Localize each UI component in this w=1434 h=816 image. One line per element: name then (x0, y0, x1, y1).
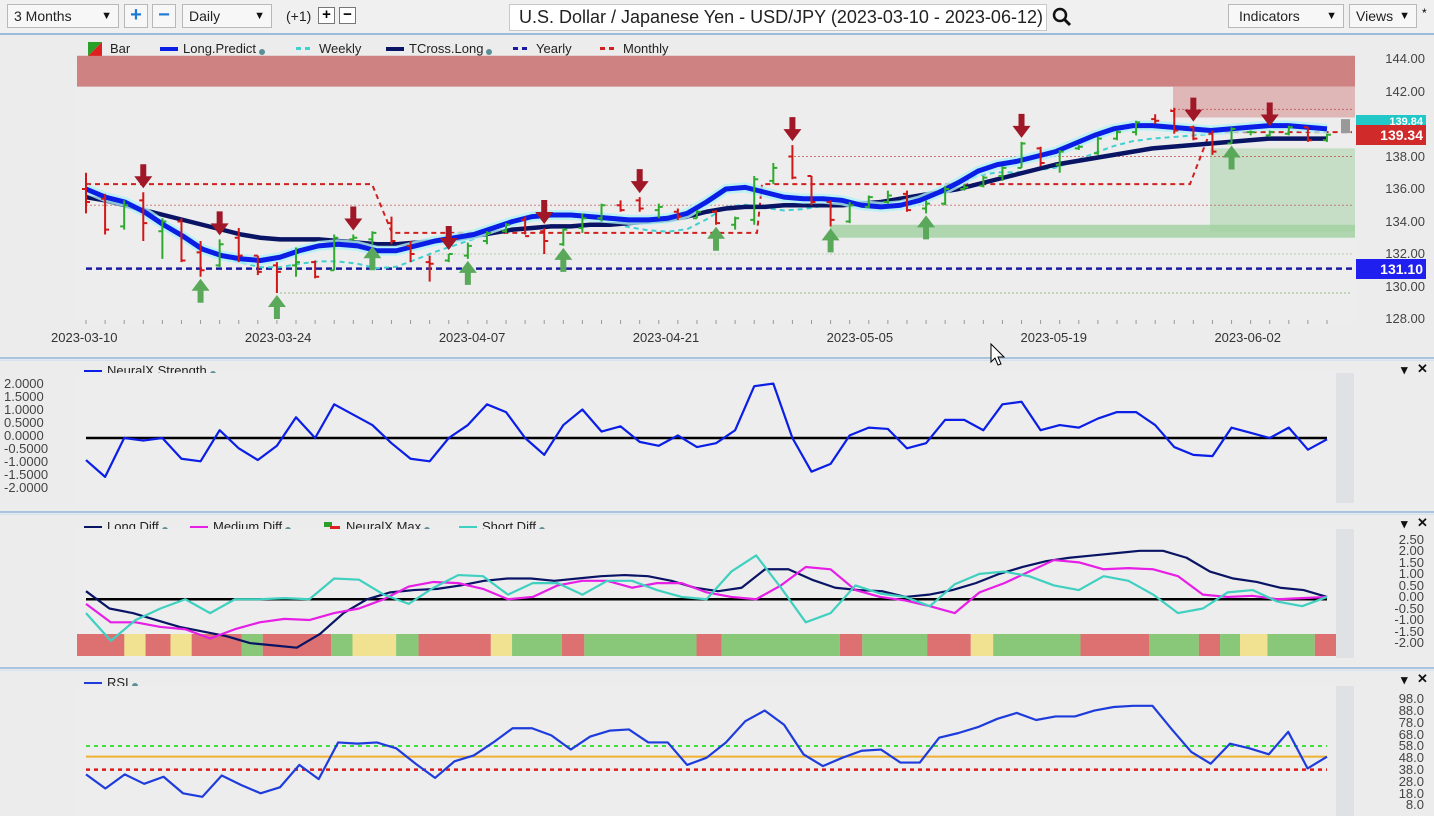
indicators-select-value: Indicators (1239, 8, 1300, 24)
neuralx-max-block (970, 634, 994, 656)
current-bar-marker (1341, 119, 1350, 134)
rsi-chart[interactable] (0, 671, 1434, 816)
range-select[interactable]: 3 Months ▼ (7, 4, 119, 28)
resistance-zone (77, 55, 1355, 87)
y-tick-label: 136.00 (1385, 181, 1425, 196)
x-tick-label: 2023-05-05 (826, 330, 894, 345)
rsi-panel: RSI ▾ ✕ 98.0 88.0 78.0 68.0 58.0 48.0 38.0 28.0… (0, 671, 1434, 816)
neuralx-max-block (993, 634, 1081, 656)
chevron-down-icon: ▼ (1326, 10, 1337, 22)
interval-select[interactable]: Daily ▼ (182, 4, 272, 28)
plot-right-margin (1336, 529, 1354, 658)
neuralx-max-block (170, 634, 192, 656)
neuralx-max-block (839, 634, 863, 656)
neuralx-max-block (1240, 634, 1268, 656)
y-tick-label: 8.0 (1405, 797, 1424, 813)
neuralx-max-block (145, 634, 171, 656)
x-tick-label: 2023-05-19 (1020, 330, 1088, 345)
x-tick-label: 2023-04-21 (632, 330, 700, 345)
neuralx-max-block (396, 634, 419, 656)
plot-right-margin (1336, 373, 1354, 503)
support-zone-band (830, 224, 1355, 238)
zoom-out-button[interactable]: − (152, 4, 176, 28)
plot-right-margin (1336, 686, 1354, 816)
neuralx-max-block (561, 634, 585, 656)
zoom-in-button[interactable]: + (124, 4, 148, 28)
y-tick-label: 142.00 (1385, 83, 1425, 99)
neuralx-max-block (418, 634, 491, 656)
neural-strength-chart[interactable] (0, 361, 1434, 511)
y-tick-label: 134.00 (1385, 213, 1425, 229)
price-panel: Bar Long.Predict Weekly TCross.Long Year… (0, 37, 1434, 357)
current-price-tag: 139.34 (1356, 125, 1426, 145)
diff-chart[interactable] (0, 515, 1434, 667)
x-tick-label: 2023-03-10 (51, 330, 118, 345)
neuralx-max-block (1314, 634, 1336, 656)
offset-plus-button[interactable]: + (318, 7, 335, 24)
mouse-cursor-icon (990, 342, 1006, 366)
neuralx-max-block (584, 634, 697, 656)
y-tick-label: 128.00 (1385, 311, 1425, 326)
views-select-value: Views (1356, 8, 1394, 24)
y-tick-label: 138.00 (1385, 148, 1425, 164)
neural-strength-panel: NeuralX.Strength ▾ ✕ 2.0000 1.5000 1.0000 0… (0, 361, 1434, 511)
neuralx-max-block (862, 634, 928, 656)
interval-select-value: Daily (189, 8, 221, 24)
price-chart[interactable] (0, 37, 1434, 357)
neuralx-max-block (927, 634, 971, 656)
views-select[interactable]: Views ▼ (1349, 4, 1417, 28)
neuralx-max-block (77, 634, 125, 656)
toolbar: 3 Months ▼ + − Daily ▼ (+1) + − U.S. Dol… (0, 0, 1434, 35)
indicators-select[interactable]: Indicators ▼ (1228, 4, 1344, 28)
neuralx-max-block (1149, 634, 1199, 656)
diff-panel: Long.Diff Medium.Diff NeuralX.Max Short.… (0, 515, 1434, 667)
neuralx-max-block (1198, 634, 1221, 656)
neuralx-max-block (1220, 634, 1241, 656)
x-tick-label: 2023-03-24 (244, 330, 312, 345)
resistance-zone-extension (1173, 86, 1355, 118)
y-tick-label: -2.0000 (4, 479, 49, 495)
neuralx-max-block (721, 634, 840, 656)
neuralx-max-block (352, 634, 397, 656)
x-tick-label: 2023-04-07 (438, 330, 506, 345)
yearly-level-tag: 131.10 (1356, 259, 1426, 279)
chevron-down-icon: ▼ (101, 10, 112, 22)
search-icon (1052, 7, 1072, 27)
x-tick-label: 2023-06-02 (1214, 330, 1281, 345)
offset-label: (+1) (286, 8, 312, 24)
range-select-value: 3 Months (14, 8, 72, 24)
neuralx-max-block (696, 634, 722, 656)
y-tick-label: 130.00 (1385, 278, 1425, 294)
chevron-down-icon: ▼ (254, 10, 265, 22)
views-modified-marker: * (1422, 6, 1427, 20)
chevron-down-icon: ▼ (1399, 10, 1410, 22)
y-tick-label: 144.00 (1385, 51, 1425, 66)
neuralx-max-block (331, 634, 353, 656)
neuralx-max-block (490, 634, 513, 656)
neuralx-max-block (1267, 634, 1315, 656)
instrument-title[interactable]: U.S. Dollar / Japanese Yen - USD/JPY (20… (509, 4, 1047, 31)
search-button[interactable] (1050, 5, 1074, 29)
offset-minus-button[interactable]: − (339, 7, 356, 24)
neuralx-max-block (124, 634, 146, 656)
neuralx-max-block (512, 634, 562, 656)
neuralx-max-block (1080, 634, 1150, 656)
y-tick-label: -2.00 (1394, 635, 1424, 651)
